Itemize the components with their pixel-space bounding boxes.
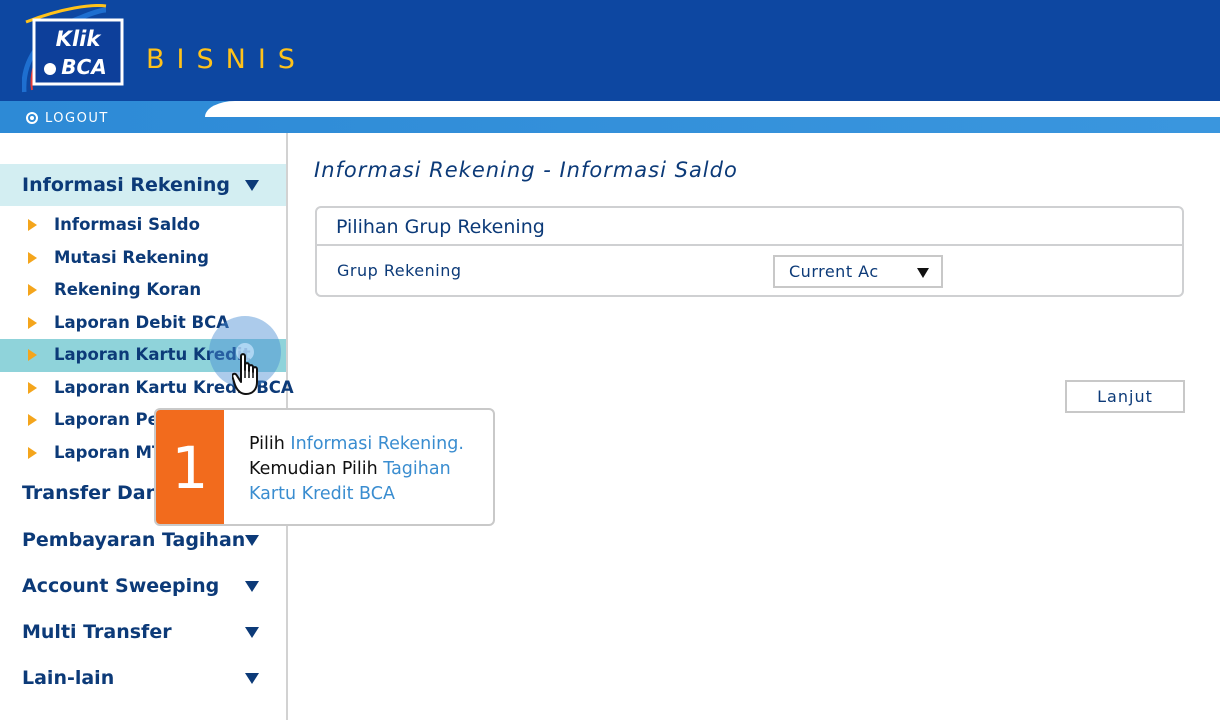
sidebar-section-label: Account Sweeping: [22, 575, 220, 597]
sidebar-section-account-sweeping[interactable]: Account Sweeping: [0, 565, 286, 607]
callout-text-part: Pilih: [249, 434, 291, 454]
sidebar-item-label: Laporan MT: [54, 443, 164, 462]
sidebar-section-label: Transfer Dana: [22, 482, 172, 504]
sidebar-section-label: Lain-lain: [22, 667, 115, 689]
account-group-select[interactable]: Current Ac: [773, 255, 943, 288]
callout-highlight-menu: Informasi Rekening.: [290, 434, 464, 454]
sidebar-item-label: Laporan Pe: [54, 410, 159, 429]
triangle-right-icon: [28, 414, 37, 426]
klikbca-logo: Klik BCA: [22, 4, 130, 94]
logout-button[interactable]: LOGOUT: [26, 108, 109, 128]
triangle-right-icon: [28, 447, 37, 459]
callout-text-part: Kemudian Pilih: [249, 459, 384, 479]
chevron-down-icon: [245, 180, 259, 191]
tutorial-callout: 1 Pilih Informasi Rekening. Kemudian Pili…: [154, 408, 495, 526]
radio-circle-icon: [26, 112, 38, 124]
logo-klik-text: Klik: [56, 27, 103, 51]
sidebar-section-label: Pembayaran Tagihan: [22, 529, 246, 551]
triangle-right-icon: [28, 284, 37, 296]
chevron-down-icon: [245, 673, 259, 684]
triangle-right-icon: [28, 252, 37, 264]
panel-header: Pilihan Grup Rekening: [317, 208, 1182, 246]
sidebar-item-rekening-koran[interactable]: Rekening Koran: [0, 274, 286, 307]
continue-button[interactable]: Lanjut: [1065, 380, 1185, 413]
triangle-right-icon: [28, 349, 37, 361]
panel-title: Pilihan Grup Rekening: [336, 216, 545, 238]
sidebar-item-mutasi-rekening[interactable]: Mutasi Rekening: [0, 242, 286, 275]
page-title: Informasi Rekening - Informasi Saldo: [314, 158, 738, 182]
chevron-down-icon: [245, 627, 259, 638]
triangle-right-icon: [28, 219, 37, 231]
hand-pointer-icon: [232, 353, 258, 395]
sidebar-item-informasi-saldo[interactable]: Informasi Saldo: [0, 209, 286, 242]
sidebar-item-label: Rekening Koran: [54, 280, 202, 299]
sidebar-item-label: Laporan Debit BCA: [54, 313, 229, 332]
sidebar-item-label: Mutasi Rekening: [54, 248, 209, 267]
sidebar-section-label: Multi Transfer: [22, 621, 172, 643]
chevron-down-icon: [245, 535, 259, 546]
callout-instruction: Pilih Informasi Rekening. Kemudian Pilih …: [249, 432, 485, 507]
account-group-label: Grup Rekening: [337, 261, 462, 280]
account-group-panel: Pilihan Grup Rekening Grup Rekening Curr…: [315, 206, 1184, 297]
sidebar-item-label: Informasi Saldo: [54, 215, 200, 234]
sidebar-section-label: Informasi Rekening: [22, 174, 231, 196]
triangle-right-icon: [28, 382, 37, 394]
chevron-down-icon: [917, 268, 929, 278]
logo-bca-text: BCA: [61, 55, 106, 79]
sub-header-curve: [205, 101, 1220, 117]
chevron-down-icon: [245, 581, 259, 592]
sidebar-section-informasi-rekening[interactable]: Informasi Rekening: [0, 164, 286, 206]
header: Klik BCA BISNIS: [0, 0, 1220, 101]
account-group-select-value: Current Ac: [789, 262, 879, 281]
sidebar-section-lain-lain[interactable]: Lain-lain: [0, 657, 286, 699]
brand-title: BISNIS: [146, 44, 307, 75]
triangle-right-icon: [28, 317, 37, 329]
logout-label: LOGOUT: [45, 110, 109, 126]
sidebar-section-multi-transfer[interactable]: Multi Transfer: [0, 611, 286, 653]
step-number-badge: 1: [156, 410, 224, 524]
